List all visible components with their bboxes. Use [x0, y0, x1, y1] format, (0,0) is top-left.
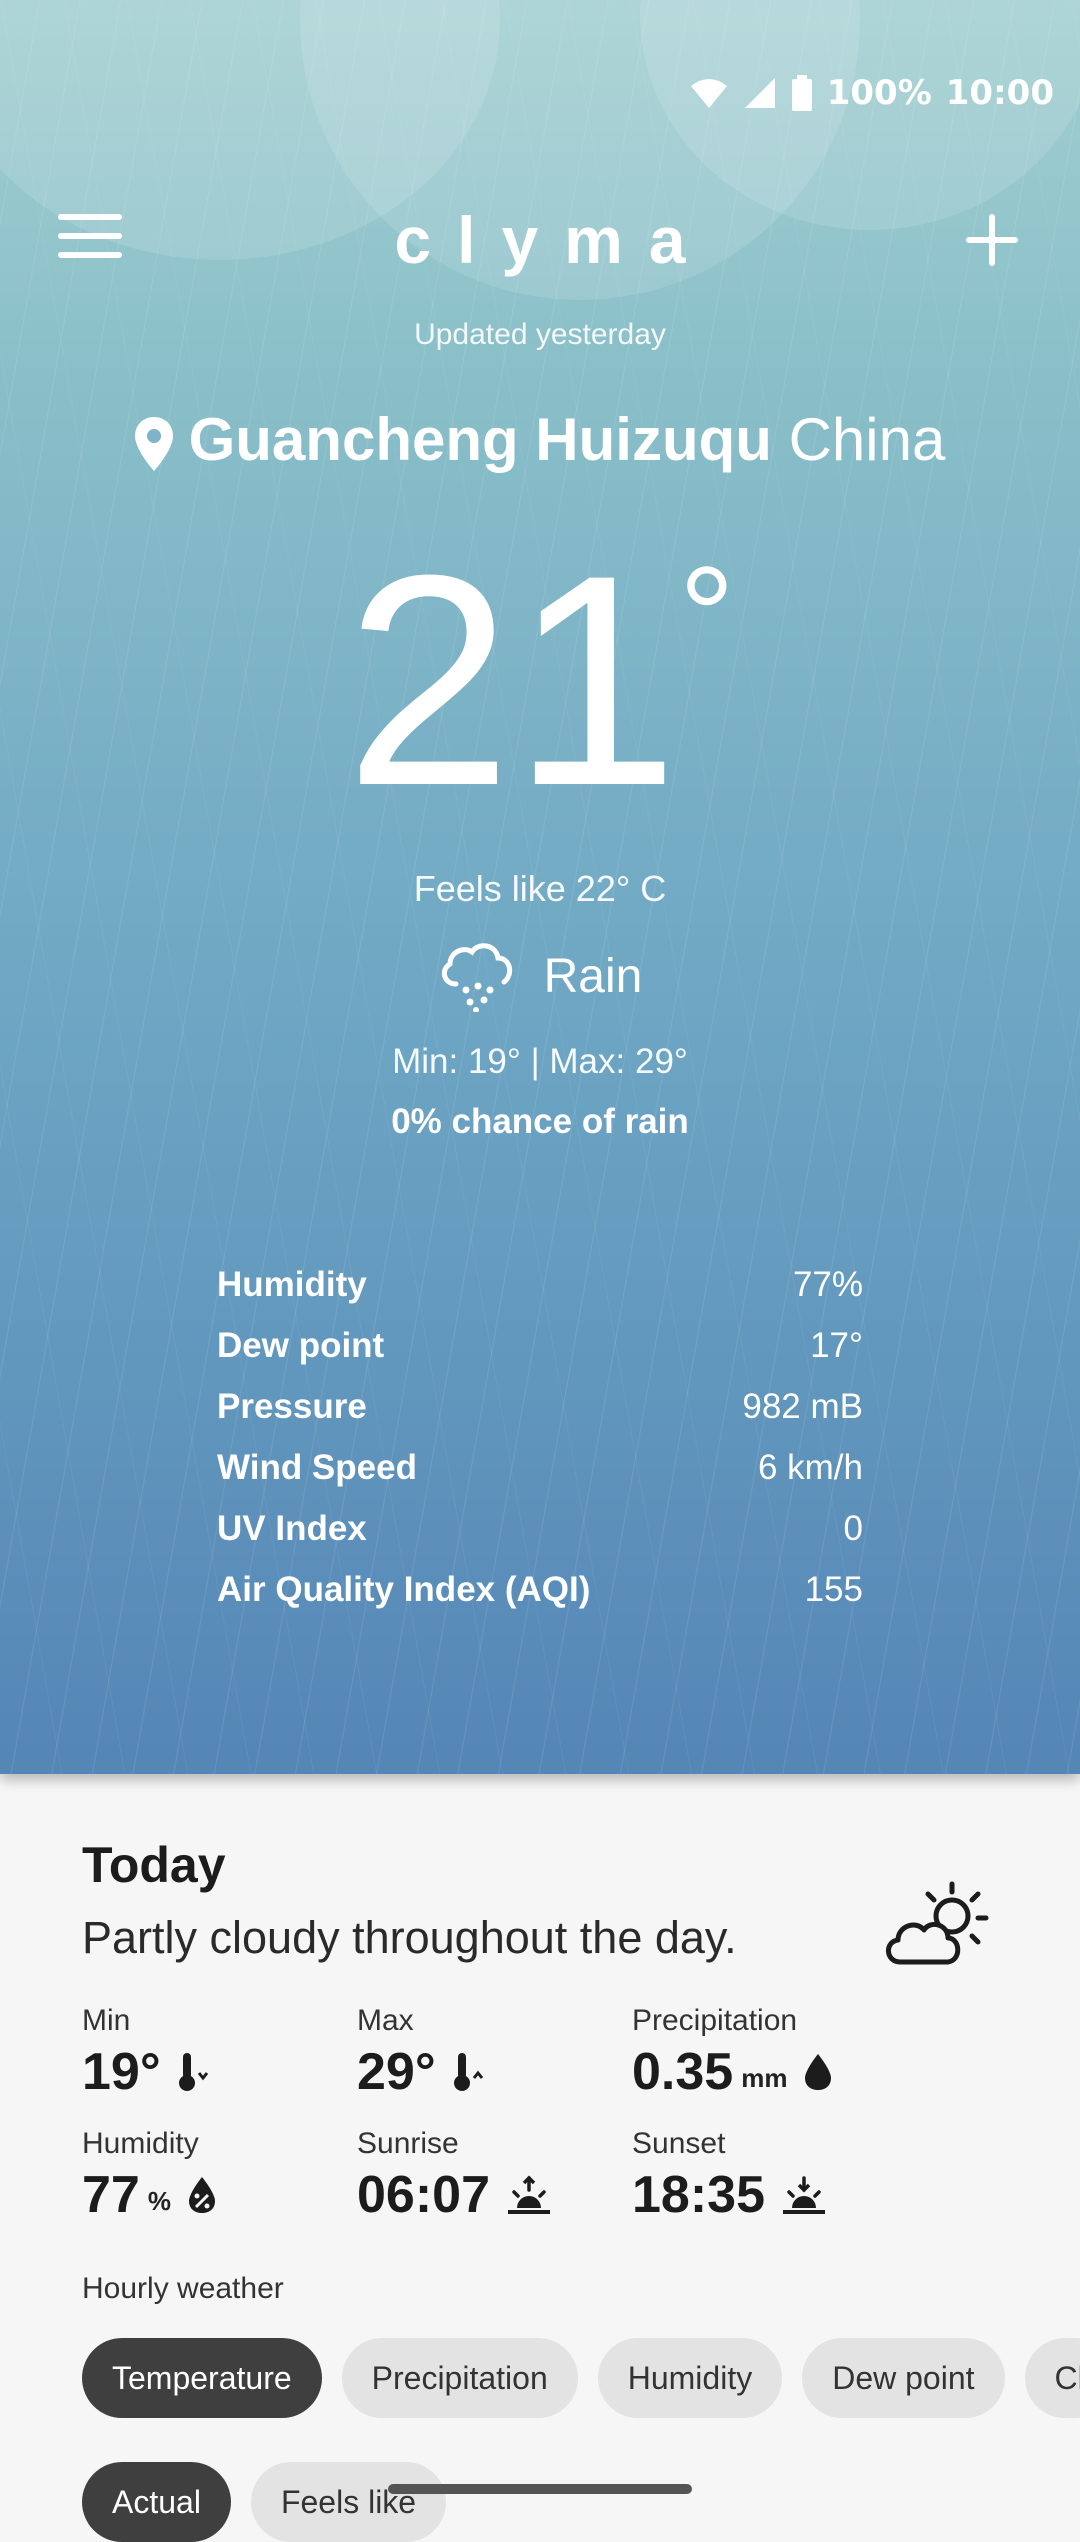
- location-pin-icon: [135, 417, 173, 471]
- status-bar: 100% 10:00: [689, 68, 1054, 118]
- stat-label: Sunrise: [357, 2127, 617, 2165]
- stat-precipitation: Precipitation 0.35 mm: [632, 2004, 932, 2102]
- gesture-nav-handle[interactable]: [388, 2484, 692, 2494]
- sunset-icon: [781, 2174, 827, 2216]
- chip-dew-point[interactable]: Dew point: [802, 2338, 1004, 2418]
- detail-label: UV Index: [217, 1502, 367, 1563]
- detail-label: Pressure: [217, 1380, 367, 1441]
- add-location-button[interactable]: [962, 210, 1022, 270]
- detail-label: Air Quality Index (AQI): [217, 1563, 590, 1624]
- rain-cloud-icon: [438, 940, 516, 1012]
- degree-symbol: °: [679, 537, 735, 694]
- stat-humidity: Humidity 77 %: [82, 2127, 342, 2225]
- detail-value: 6 km/h: [758, 1441, 863, 1502]
- detail-value: 0: [844, 1502, 863, 1563]
- feels-like-text: Feels like 22° C: [0, 868, 1080, 910]
- stat-sunset: Sunset 18:35: [632, 2127, 892, 2225]
- detail-label: Wind Speed: [217, 1441, 417, 1502]
- stat-label: Min: [82, 2004, 342, 2042]
- chip-feels-like[interactable]: Feels like: [251, 2462, 446, 2542]
- hourly-metric-chips: Temperature Precipitation Humidity Dew p…: [82, 2338, 1080, 2420]
- battery-percent: 100%: [827, 73, 932, 113]
- detail-value: 17°: [810, 1319, 863, 1380]
- stat-min: Min 19°: [82, 2004, 342, 2102]
- city-name: Guancheng Huizuqu: [189, 406, 772, 473]
- humidity-percent-icon: [187, 2175, 217, 2215]
- clock: 10:00: [946, 73, 1054, 113]
- location-heading[interactable]: Guancheng Huizuqu China: [0, 400, 1080, 480]
- condition-row: Rain: [0, 940, 1080, 1012]
- stat-value: 06:07: [357, 2165, 490, 2225]
- stat-label: Sunset: [632, 2127, 892, 2165]
- detail-row-aqi: Air Quality Index (AQI) 155: [217, 1563, 863, 1624]
- condition-text: Rain: [544, 949, 643, 1004]
- details-list: Humidity 77% Dew point 17° Pressure 982 …: [217, 1258, 863, 1624]
- stat-value: 18:35: [632, 2165, 765, 2225]
- country-name: China: [789, 406, 946, 473]
- thermometer-down-icon: [177, 2051, 211, 2093]
- stat-label: Precipitation: [632, 2004, 932, 2042]
- stat-value: 19°: [82, 2042, 161, 2102]
- stat-sunrise: Sunrise 06:07: [357, 2127, 617, 2225]
- updated-text: Updated yesterday: [0, 318, 1080, 352]
- top-bar: clyma: [0, 200, 1080, 280]
- chip-precipitation[interactable]: Precipitation: [342, 2338, 578, 2418]
- detail-label: Humidity: [217, 1258, 367, 1319]
- stat-unit: %: [148, 2186, 171, 2217]
- hourly-mode-chips: Actual Feels like: [82, 2462, 446, 2542]
- chip-humidity[interactable]: Humidity: [598, 2338, 782, 2418]
- chip-temperature[interactable]: Temperature: [82, 2338, 322, 2418]
- detail-label: Dew point: [217, 1319, 384, 1380]
- detail-row-wind-speed: Wind Speed 6 km/h: [217, 1441, 863, 1502]
- current-temperature: 21°: [0, 520, 1080, 896]
- min-max-text: Min: 19° | Max: 29°: [0, 1042, 1080, 1082]
- rain-chance-text: 0% chance of rain: [0, 1102, 1080, 1142]
- detail-value: 155: [805, 1563, 863, 1624]
- detail-value: 982 mB: [742, 1380, 863, 1441]
- stat-value: 0.35: [632, 2042, 733, 2102]
- today-title: Today: [82, 1836, 226, 1894]
- chip-cloud-cover[interactable]: Cl: [1025, 2338, 1080, 2418]
- stat-value: 29°: [357, 2042, 436, 2102]
- partly-cloudy-icon: [882, 1880, 992, 1970]
- wifi-icon: [689, 76, 729, 110]
- sunrise-icon: [506, 2174, 552, 2216]
- thermometer-up-icon: [452, 2051, 486, 2093]
- today-summary: Partly cloudy throughout the day.: [82, 1912, 737, 1964]
- detail-row-pressure: Pressure 982 mB: [217, 1380, 863, 1441]
- signal-icon: [743, 76, 777, 110]
- app-logo: clyma: [0, 200, 1080, 280]
- stat-unit: mm: [741, 2063, 787, 2094]
- stat-value: 77: [82, 2165, 140, 2225]
- detail-row-uv-index: UV Index 0: [217, 1502, 863, 1563]
- detail-row-dew-point: Dew point 17°: [217, 1319, 863, 1380]
- stat-max: Max 29°: [357, 2004, 617, 2102]
- battery-icon: [791, 75, 813, 111]
- chip-actual[interactable]: Actual: [82, 2462, 231, 2542]
- current-weather-panel: 100% 10:00 clyma Updated yesterday Guanc…: [0, 0, 1080, 1774]
- temperature-value: 21: [345, 512, 679, 848]
- stat-label: Humidity: [82, 2127, 342, 2165]
- water-drop-icon: [803, 2052, 833, 2092]
- detail-row-humidity: Humidity 77%: [217, 1258, 863, 1319]
- stat-label: Max: [357, 2004, 617, 2042]
- detail-value: 77%: [793, 1258, 863, 1319]
- hourly-weather-title: Hourly weather: [82, 2272, 284, 2306]
